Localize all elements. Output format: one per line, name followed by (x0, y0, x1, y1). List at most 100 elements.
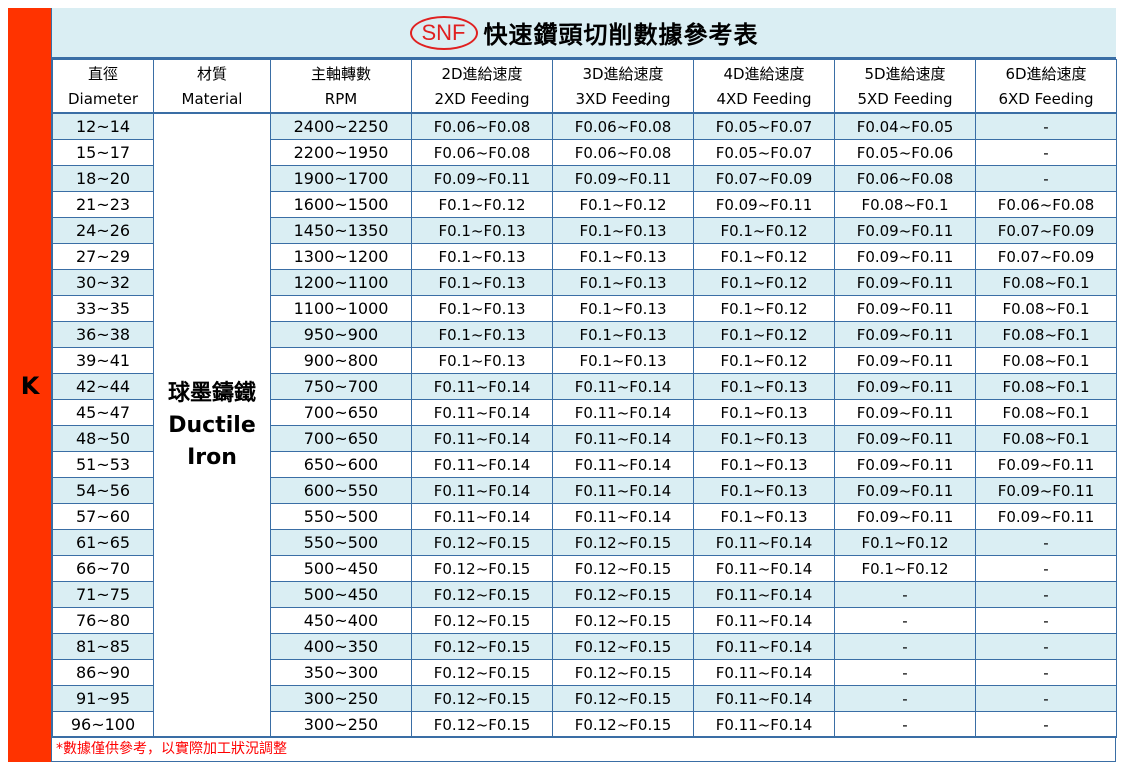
diameter-cell: 51~53 (52, 451, 154, 478)
feed-cell: F0.12~F0.15 (411, 581, 553, 608)
feed-cell: F0.1~F0.13 (693, 399, 835, 426)
feed-cell: F0.08~F0.1 (975, 425, 1117, 452)
diameter-cell: 27~29 (52, 243, 154, 270)
feed-cell: F0.11~F0.14 (411, 373, 553, 400)
feed-cell: F0.1~F0.12 (693, 347, 835, 374)
feed-cell: - (975, 633, 1117, 660)
rpm-cell: 500~450 (270, 555, 412, 582)
header-en: Material (153, 86, 271, 114)
diameter-cell: 30~32 (52, 269, 154, 296)
rpm-cell: 650~600 (270, 451, 412, 478)
feed-cell: F0.07~F0.09 (975, 243, 1117, 270)
rpm-cell: 2400~2250 (270, 112, 412, 140)
diameter-cell: 66~70 (52, 555, 154, 582)
table-row: 12~14 球墨鑄鐵 Ductile Iron 2400~2250 F0.06~F0.08… (52, 112, 1117, 738)
title-bar: SNF 快速鑽頭切削數據參考表 (52, 8, 1116, 59)
diameter-cell: 57~60 (52, 503, 154, 530)
feed-cell: F0.08~F0.1 (975, 321, 1117, 348)
feed-cell: - (975, 711, 1117, 738)
feed-cell: F0.1~F0.13 (552, 243, 694, 270)
feed-cell: F0.12~F0.15 (411, 529, 553, 556)
material-zh: 球墨鑄鐵 (167, 380, 256, 406)
feed-cell: F0.1~F0.12 (693, 321, 835, 348)
feed-cell: - (834, 685, 976, 712)
feed-cell: F0.09~F0.11 (834, 347, 976, 374)
feed-cell: F0.11~F0.14 (552, 477, 694, 504)
feed-cell: F0.12~F0.15 (411, 659, 553, 686)
feed-cell: F0.11~F0.14 (693, 633, 835, 660)
category-label: K (20, 372, 40, 400)
material-en-line2: Iron (187, 444, 237, 470)
feed-cell: F0.1~F0.13 (693, 451, 835, 478)
feed-cell: F0.12~F0.15 (552, 607, 694, 634)
feed-cell: F0.1~F0.13 (411, 217, 553, 244)
diameter-cell: 61~65 (52, 529, 154, 556)
rpm-cell: 1450~1350 (270, 217, 412, 244)
feed-cell: F0.06~F0.08 (552, 112, 694, 140)
diameter-cell: 39~41 (52, 347, 154, 374)
rpm-cell: 1100~1000 (270, 295, 412, 322)
feed-cell: F0.09~F0.11 (834, 321, 976, 348)
feed-cell: F0.11~F0.14 (552, 503, 694, 530)
rpm-cell: 300~250 (270, 711, 412, 738)
rpm-cell: 500~450 (270, 581, 412, 608)
feed-cell: F0.1~F0.13 (552, 321, 694, 348)
feed-cell: F0.11~F0.14 (552, 399, 694, 426)
diameter-cell: 15~17 (52, 139, 154, 166)
feed-cell: - (975, 139, 1117, 166)
diameter-cell: 12~14 (52, 112, 154, 140)
header-en: 4XD Feeding (693, 86, 835, 114)
feed-cell: F0.09~F0.11 (834, 217, 976, 244)
feed-cell: F0.09~F0.11 (834, 503, 976, 530)
diameter-cell: 81~85 (52, 633, 154, 660)
feed-cell: - (975, 165, 1117, 192)
rpm-cell: 2200~1950 (270, 139, 412, 166)
header-en: 3XD Feeding (552, 86, 694, 114)
feed-cell: - (975, 581, 1117, 608)
header-en: Diameter (52, 86, 154, 114)
feed-cell: F0.11~F0.14 (552, 451, 694, 478)
header-zh: 6D進給速度 (975, 59, 1117, 86)
feed-cell: F0.1~F0.12 (693, 269, 835, 296)
diameter-cell: 24~26 (52, 217, 154, 244)
feed-cell: F0.06~F0.08 (552, 139, 694, 166)
feed-cell: F0.1~F0.13 (693, 503, 835, 530)
feed-cell: - (834, 581, 976, 608)
feed-cell: F0.06~F0.08 (975, 191, 1117, 218)
feed-cell: F0.05~F0.07 (693, 112, 835, 140)
feed-cell: F0.09~F0.11 (834, 269, 976, 296)
diameter-cell: 76~80 (52, 607, 154, 634)
rpm-cell: 450~400 (270, 607, 412, 634)
diameter-cell: 48~50 (52, 425, 154, 452)
feed-cell: F0.11~F0.14 (693, 711, 835, 738)
feed-cell: F0.09~F0.11 (834, 295, 976, 322)
feed-cell: F0.1~F0.13 (693, 425, 835, 452)
rpm-cell: 600~550 (270, 477, 412, 504)
rpm-cell: 1600~1500 (270, 191, 412, 218)
rpm-cell: 700~650 (270, 399, 412, 426)
header-en: RPM (270, 86, 412, 114)
rpm-cell: 300~250 (270, 685, 412, 712)
material-en-line1: Ductile (168, 412, 256, 438)
diameter-cell: 21~23 (52, 191, 154, 218)
feed-cell: F0.11~F0.14 (693, 581, 835, 608)
feed-cell: F0.1~F0.13 (411, 269, 553, 296)
diameter-cell: 91~95 (52, 685, 154, 712)
header-zh: 材質 (153, 59, 271, 86)
diameter-cell: 96~100 (52, 711, 154, 738)
footnote: *數據僅供參考，以實際加工狀況調整 (52, 736, 1116, 762)
header-en: 6XD Feeding (975, 86, 1117, 114)
diameter-cell: 42~44 (52, 373, 154, 400)
rpm-cell: 900~800 (270, 347, 412, 374)
rpm-cell: 550~500 (270, 503, 412, 530)
diameter-cell: 18~20 (52, 165, 154, 192)
feed-cell: - (834, 633, 976, 660)
feed-cell: F0.11~F0.14 (693, 529, 835, 556)
feed-cell: F0.1~F0.13 (552, 295, 694, 322)
feed-cell: F0.11~F0.14 (693, 555, 835, 582)
feed-cell: F0.1~F0.13 (693, 477, 835, 504)
feed-cell: F0.1~F0.12 (552, 191, 694, 218)
feed-cell: F0.09~F0.11 (834, 477, 976, 504)
diameter-cell: 45~47 (52, 399, 154, 426)
feed-cell: F0.09~F0.11 (975, 477, 1117, 504)
